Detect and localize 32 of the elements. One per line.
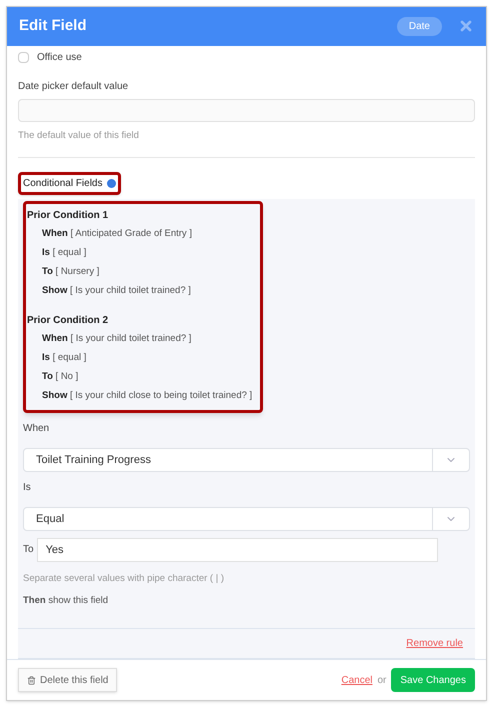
input-field[interactable]	[18, 99, 475, 122]
condition-line: Show [ Is your child close to being toilet trained? ]	[41, 388, 254, 403]
condition-line: Is [ equal ]	[41, 246, 88, 260]
condition-line: To [ No ]	[41, 370, 80, 384]
condition-line: When [ Is your child toilet trained? ]	[41, 332, 192, 346]
condition-line: To [ Nursery ]	[41, 264, 100, 279]
help-text: Then show this field	[23, 594, 110, 608]
help-text: Separate several values with pipe character ( | )	[23, 572, 226, 586]
condition-line: Show [ Is your child toilet trained? ]	[41, 284, 192, 298]
help-text: The default value of this field	[18, 128, 140, 143]
field-label: Date picker default value	[18, 80, 130, 94]
remove-rule-link[interactable]: Remove rule	[406, 636, 463, 652]
dropdown[interactable]: Toilet Training Progress	[23, 448, 470, 472]
dialog-title: Edit Field	[19, 16, 86, 36]
trash-icon	[27, 676, 36, 685]
delete-button[interactable]: Delete this field	[18, 668, 118, 692]
input-field[interactable]: Yes	[36, 538, 438, 562]
cancel-link[interactable]: Cancel	[341, 672, 372, 688]
condition-title: Prior Condition 2	[27, 314, 110, 328]
field-label: When	[23, 422, 50, 436]
checkbox-label: Office use	[37, 50, 82, 65]
dropdown[interactable]: Equal	[23, 506, 470, 531]
or-text: or	[377, 674, 386, 688]
field-label: Is	[23, 480, 32, 495]
checkbox[interactable]	[18, 52, 29, 63]
condition-line: Is [ equal ]	[41, 350, 88, 365]
condition-line: When [ Anticipated Grade of Entry ]	[41, 226, 193, 241]
section-label: Conditional Fields	[23, 176, 102, 191]
field-label: To	[23, 543, 34, 558]
close-icon[interactable]	[458, 18, 474, 34]
type-badge: Date	[396, 16, 442, 36]
condition-title: Prior Condition 1	[27, 208, 110, 223]
